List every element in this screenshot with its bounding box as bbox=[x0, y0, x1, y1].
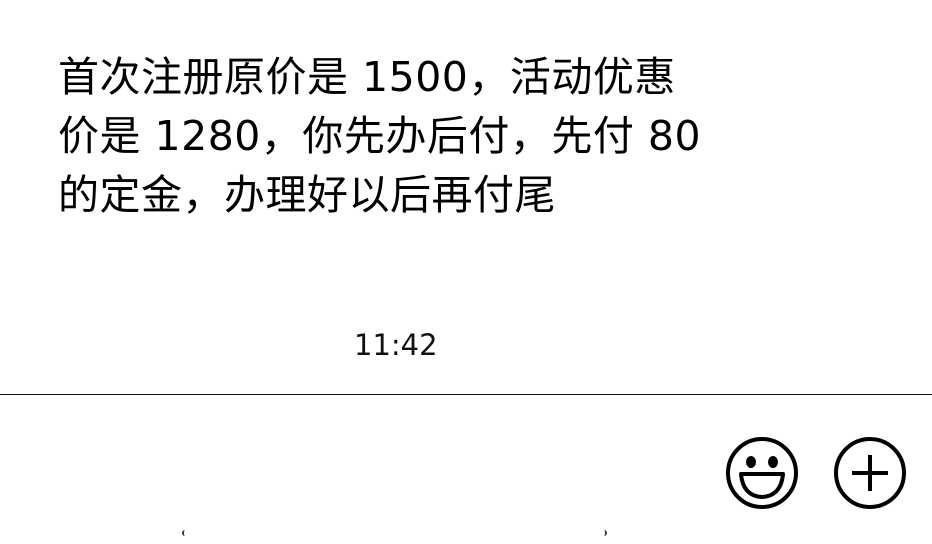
emoji-smile-icon bbox=[726, 437, 798, 509]
received-message[interactable]: 首次注册原价是 1500，活动优惠 价是 1280，你先办后付，先付 80 的定… bbox=[58, 48, 748, 225]
message-line: 的定金，办理好以后再付尾 bbox=[58, 171, 556, 219]
message-area: 首次注册原价是 1500，活动优惠 价是 1280，你先办后付，先付 80 的定… bbox=[0, 0, 932, 394]
message-timestamp: 11:42 bbox=[354, 328, 438, 362]
input-bar bbox=[0, 395, 932, 544]
input-field-left-edge bbox=[182, 530, 188, 536]
emoji-button[interactable] bbox=[725, 436, 799, 510]
message-line: 价是 1280，你先办后付，先付 80 bbox=[58, 112, 702, 160]
message-line: 首次注册原价是 1500，活动优惠 bbox=[58, 53, 676, 101]
more-button[interactable] bbox=[833, 436, 907, 510]
input-field-edge[interactable] bbox=[0, 530, 932, 540]
plus-circle-icon bbox=[834, 437, 906, 509]
chat-screen: 首次注册原价是 1500，活动优惠 价是 1280，你先办后付，先付 80 的定… bbox=[0, 0, 932, 544]
input-field-right-edge bbox=[601, 530, 607, 536]
